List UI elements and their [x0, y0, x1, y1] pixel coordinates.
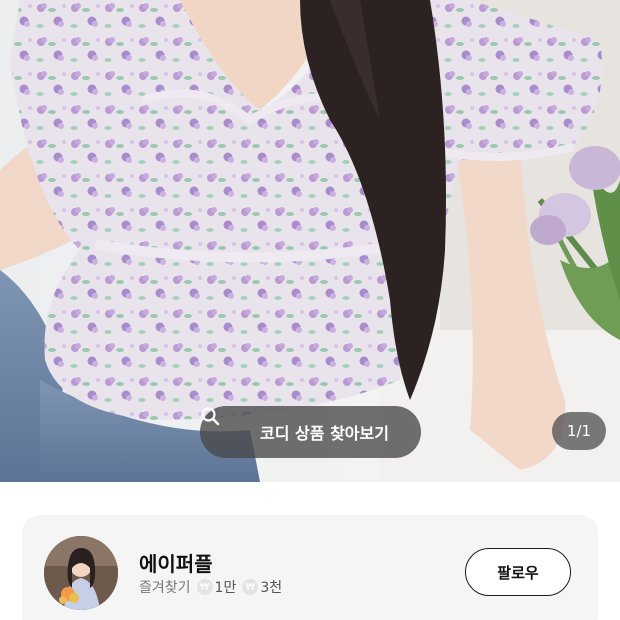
favorite-label: 즐겨찾기 [139, 580, 191, 596]
follow-button[interactable]: 팔로우 [465, 548, 571, 596]
shop-avatar[interactable] [44, 536, 118, 610]
avatar-image [44, 536, 118, 610]
coin-icon: ₩ [196, 579, 213, 595]
shop-stats: 즐겨찾기 ₩ 1만 ₩ 3천 [139, 577, 282, 597]
product-photo[interactable]: 코디 상품 찾아보기 1/1 [0, 0, 620, 482]
find-coordi-products-button[interactable]: 코디 상품 찾아보기 [200, 406, 421, 458]
likes-count: 1만 [214, 580, 237, 596]
shop-name[interactable]: 에이퍼플 [139, 548, 213, 577]
coin-icon: ₩ [242, 579, 259, 595]
search-icon [201, 407, 252, 442]
items-count: 3천 [260, 580, 283, 596]
find-coordi-products-label: 코디 상품 찾아보기 [260, 424, 389, 443]
shop-card[interactable]: 에이퍼플 즐겨찾기 ₩ 1만 ₩ 3천 팔로우 [22, 515, 598, 620]
image-page-indicator: 1/1 [552, 412, 606, 450]
